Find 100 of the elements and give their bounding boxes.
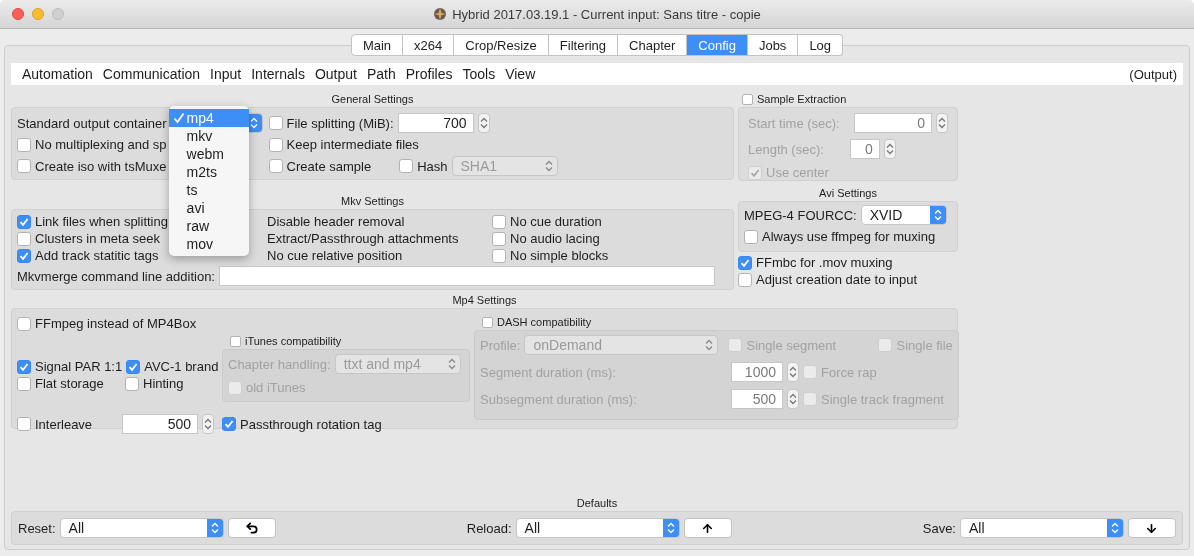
checkbox[interactable] [17, 137, 31, 152]
checkbox-label: Sample Extraction [757, 93, 847, 105]
dropdown[interactable]: XVID [860, 205, 947, 225]
checkbox[interactable] [803, 392, 817, 406]
menu-option[interactable]: mkv [168, 127, 249, 145]
section-title: Mkv Settings [341, 195, 404, 207]
up-button[interactable] [683, 518, 732, 538]
down-button[interactable] [1128, 518, 1176, 538]
checkbox-label: No simple blocks [510, 248, 609, 263]
chevron-icon [210, 522, 219, 534]
checkbox-label: Interleave [35, 416, 93, 432]
checkbox[interactable] [738, 255, 752, 270]
stepper[interactable] [883, 139, 896, 159]
menu-item[interactable]: Automation [17, 66, 98, 82]
checkbox[interactable] [17, 248, 31, 263]
chevron-icon [204, 418, 212, 430]
section-title: Mp4 Settings [452, 294, 517, 306]
checkbox[interactable] [268, 116, 283, 130]
number-field[interactable]: 0 [854, 113, 932, 133]
number-field[interactable]: 0 [849, 139, 880, 159]
tab[interactable]: Main [350, 34, 404, 56]
stepper[interactable] [787, 362, 799, 382]
checkbox[interactable] [878, 338, 893, 352]
menu-item[interactable]: View [500, 66, 541, 82]
checkbox-label: File splitting (MiB): [286, 115, 394, 131]
menu-option[interactable]: webm [168, 145, 249, 163]
menu-item[interactable]: Internals [246, 66, 310, 82]
checkbox[interactable] [17, 417, 31, 431]
tab[interactable]: x264 [403, 34, 455, 56]
menu-item[interactable]: Profiles [400, 66, 458, 82]
checkbox[interactable] [222, 417, 236, 431]
dropdown[interactable]: All [59, 518, 224, 538]
checkbox[interactable] [125, 376, 139, 391]
checkbox[interactable] [17, 316, 31, 331]
checkbox[interactable] [17, 159, 31, 173]
checkbox[interactable] [492, 248, 506, 263]
checkbox[interactable] [17, 214, 31, 229]
checkbox[interactable] [482, 316, 493, 328]
app-icon [433, 7, 448, 21]
checkbox-label: Always use ffmpeg for muxing [762, 229, 936, 244]
checkbox[interactable] [228, 380, 242, 395]
tab[interactable]: Chapter [618, 34, 688, 56]
number-field[interactable]: 500 [122, 414, 198, 434]
checkbox-label: AVC-1 brand [144, 359, 219, 374]
menu-item[interactable]: Communication [97, 66, 206, 82]
checkbox[interactable] [17, 231, 31, 246]
checkbox-label: Use center [766, 165, 829, 180]
checkbox-label: FFmbc for .mov muxing [756, 255, 893, 270]
tab[interactable]: Log [798, 34, 844, 56]
checkbox-label: iTunes compatibility [245, 335, 342, 347]
menu-item[interactable]: Tools [457, 66, 501, 82]
menu-option[interactable]: mov [168, 235, 249, 253]
chevron-icon [249, 117, 258, 129]
checkbox[interactable] [492, 214, 506, 229]
close-button[interactable] [12, 8, 24, 20]
tab[interactable]: Crop/Resize [454, 34, 549, 56]
checkbox[interactable] [230, 335, 241, 347]
checkbox[interactable] [742, 93, 753, 105]
checkbox[interactable] [803, 365, 817, 379]
tab[interactable]: Filtering [548, 34, 619, 56]
number-field[interactable]: 700 [397, 113, 474, 133]
chevron-icon [447, 358, 456, 370]
number-field[interactable]: 500 [731, 389, 783, 409]
chevron-icon [789, 393, 797, 405]
tab[interactable]: Jobs [747, 34, 799, 56]
checkbox[interactable] [126, 359, 141, 374]
checkbox[interactable] [728, 338, 743, 352]
checkbox[interactable] [268, 159, 283, 173]
undo-button[interactable] [227, 518, 276, 538]
checkbox[interactable] [17, 359, 31, 374]
chevron-icon [705, 339, 714, 351]
stepper[interactable] [787, 389, 799, 409]
menu-item[interactable]: Path [361, 66, 401, 82]
menu-option[interactable]: raw [168, 217, 249, 235]
stepper[interactable] [936, 113, 948, 133]
checkbox[interactable] [17, 376, 31, 391]
menu-option[interactable]: m2ts [168, 163, 249, 181]
checkbox-label: FFmpeg instead of MP4Box [35, 316, 197, 331]
command-field[interactable] [219, 266, 715, 286]
chevron-icon [885, 143, 894, 155]
stepper[interactable] [477, 113, 490, 133]
menu-item[interactable]: Output [309, 66, 362, 82]
zoom-button[interactable] [52, 8, 64, 20]
checkbox-label: Signal PAR 1:1 [35, 359, 123, 374]
stepper[interactable] [202, 414, 214, 434]
checkbox[interactable] [744, 229, 758, 244]
checkbox[interactable] [748, 165, 762, 180]
chevron-icon [789, 366, 797, 378]
minimize-button[interactable] [32, 8, 44, 20]
checkbox[interactable] [492, 231, 506, 246]
dropdown[interactable]: All [960, 518, 1124, 538]
dropdown[interactable]: All [515, 518, 680, 538]
chevron-icon [666, 522, 675, 534]
menu-item[interactable]: Input [205, 66, 247, 82]
menu-option[interactable]: ts [168, 181, 249, 199]
checkbox[interactable] [738, 272, 752, 287]
menu-option[interactable]: avi [168, 199, 249, 217]
field-label: Length (sec): [748, 141, 824, 157]
checkbox[interactable] [268, 137, 283, 152]
number-field[interactable]: 1000 [731, 362, 783, 382]
